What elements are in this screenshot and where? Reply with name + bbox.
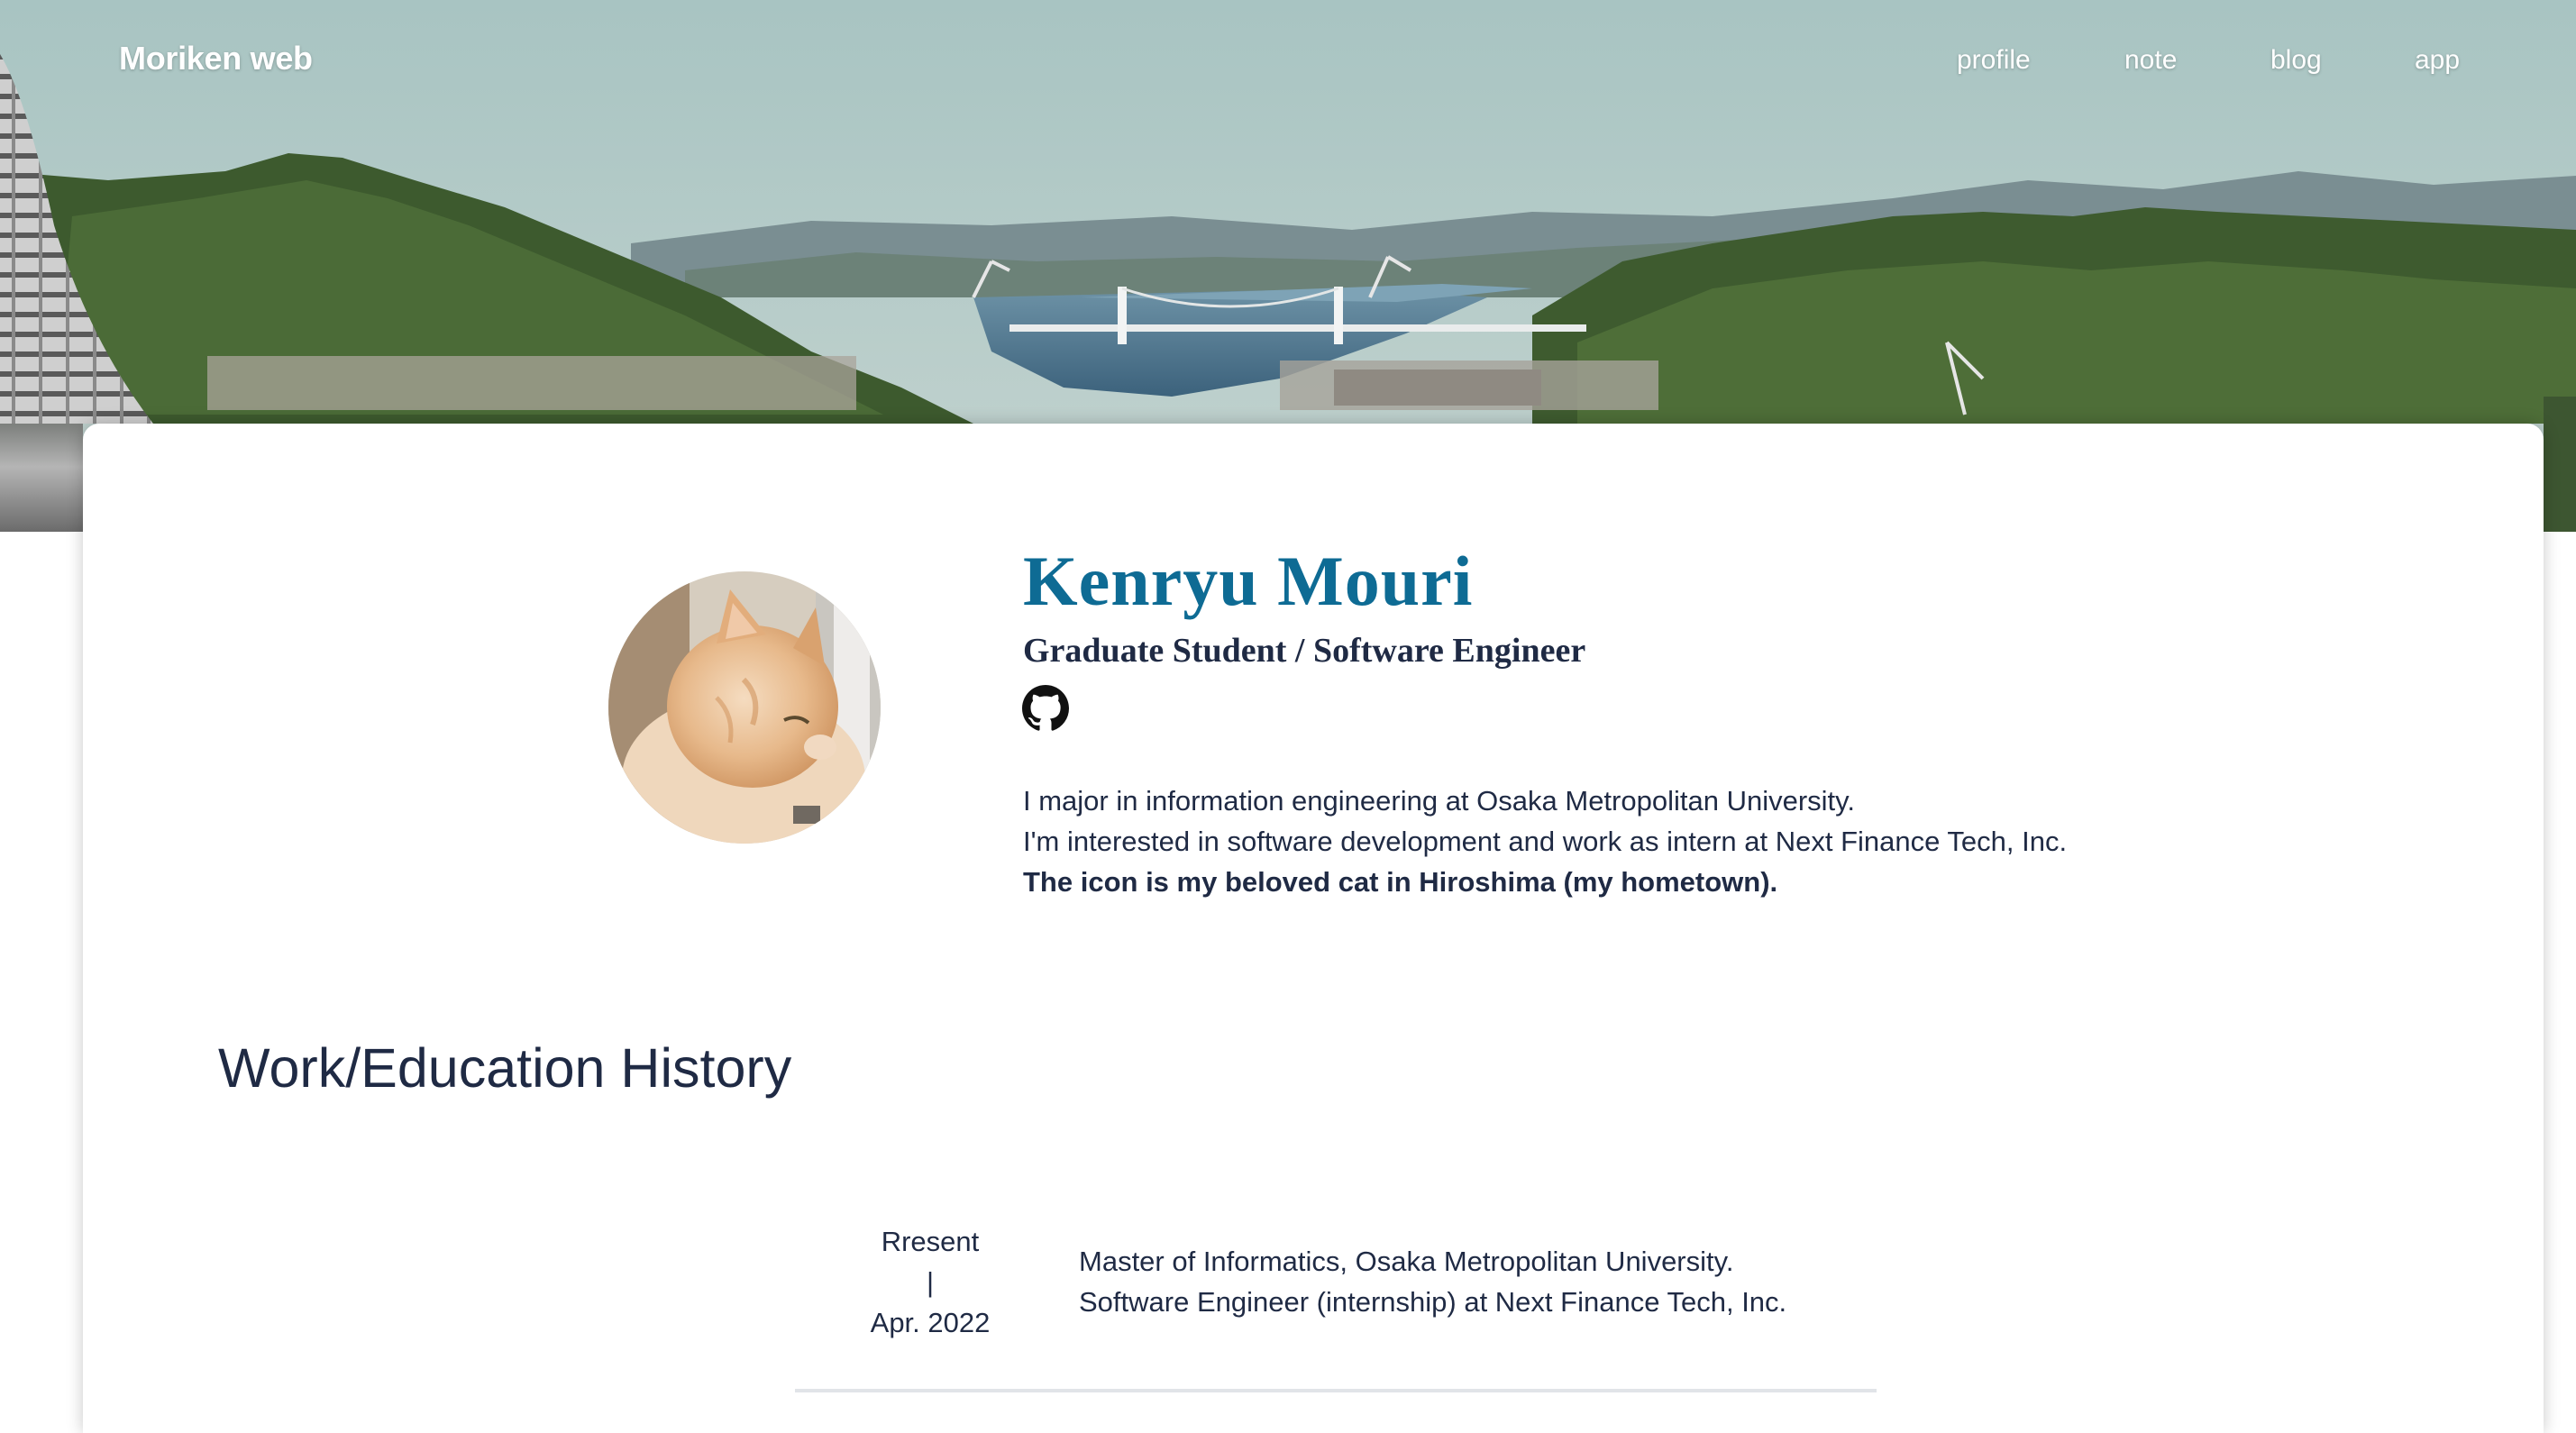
bio-line: I'm interested in software development a… <box>1023 826 2068 857</box>
cat-photo-icon <box>608 571 881 844</box>
avatar <box>608 571 881 844</box>
history-date-separator: | <box>926 1266 935 1298</box>
history-entry-text: Master of Informatics, Osaka Metropolita… <box>1079 1241 1786 1322</box>
profile-bio: I major in information engineering at Os… <box>1023 780 2067 902</box>
history-date-start: Apr. 2022 <box>870 1307 991 1338</box>
nav-link-note[interactable]: note <box>2124 45 2177 76</box>
nav-link-blog[interactable]: blog <box>2270 45 2322 76</box>
hero-banner-edge <box>0 424 83 532</box>
bio-line-emphasis: The icon is my beloved cat in Hiroshima … <box>1023 866 1778 898</box>
github-link[interactable] <box>1022 685 1069 732</box>
nav-link-profile[interactable]: profile <box>1957 45 2031 76</box>
nav-link-app[interactable]: app <box>2415 45 2460 76</box>
history-date-range: Rresent | Apr. 2022 <box>840 1221 1020 1343</box>
profile-name: Kenryu Mouri <box>1023 542 1474 620</box>
history-divider <box>795 1389 1877 1392</box>
history-section-title: Work/Education History <box>218 1037 792 1099</box>
history-entry-line: Software Engineer (internship) at Next F… <box>1079 1286 1787 1318</box>
profile-role: Graduate Student / Software Engineer <box>1023 632 1586 670</box>
history-date-end: Rresent <box>881 1226 980 1257</box>
top-nav: profile note blog app <box>0 45 2576 81</box>
bio-line: I major in information engineering at Os… <box>1023 785 1855 817</box>
github-icon <box>1022 685 1069 731</box>
history-entry-line: Master of Informatics, Osaka Metropolita… <box>1079 1246 1734 1277</box>
